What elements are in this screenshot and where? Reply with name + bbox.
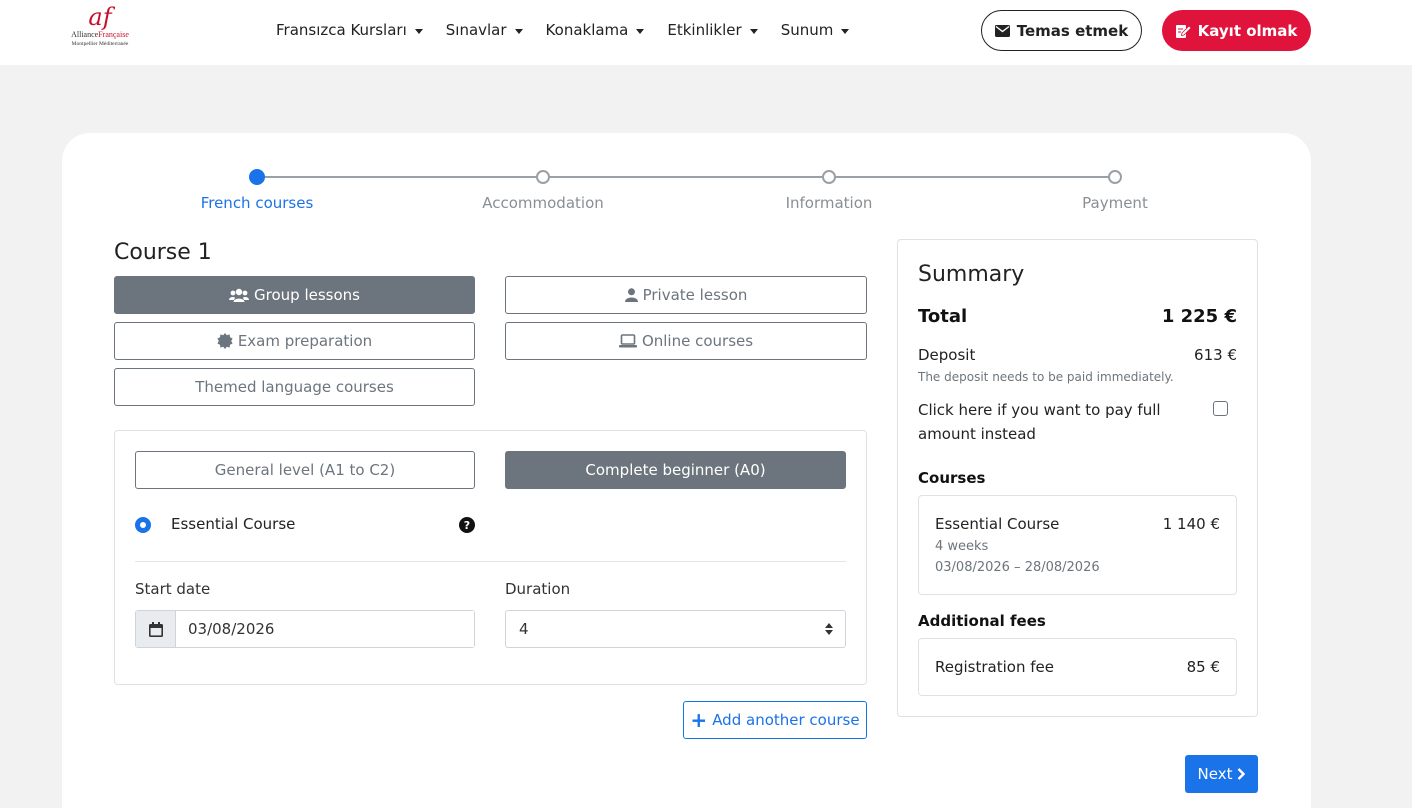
course-summary-duration: 4 weeks xyxy=(935,539,989,554)
start-date-label: Start date xyxy=(135,580,211,598)
pay-full-checkbox[interactable] xyxy=(1213,401,1228,416)
additional-fees-heading: Additional fees xyxy=(918,612,1046,630)
logo-name-2: Française xyxy=(98,30,129,39)
logo-subtitle: Montpellier Méditerranée xyxy=(71,41,129,47)
caret-down-icon xyxy=(636,28,645,34)
alliance-francaise-logo[interactable]: af AllianceFrançaise Montpellier Méditer… xyxy=(62,4,138,56)
group-lessons-button[interactable]: Group lessons xyxy=(114,276,475,314)
exam-preparation-button[interactable]: Exam preparation xyxy=(114,322,475,360)
register-button[interactable]: Kayıt olmak xyxy=(1162,10,1311,51)
essential-course-label[interactable]: Essential Course xyxy=(171,515,295,533)
essential-course-radio[interactable] xyxy=(135,517,151,533)
caret-down-icon xyxy=(841,28,850,34)
nav-item-french-courses[interactable]: Fransızca Kursları xyxy=(276,21,423,39)
next-button[interactable]: Next xyxy=(1185,755,1258,793)
duration-value: 4 xyxy=(519,620,529,638)
deposit-note: The deposit needs to be paid immediately… xyxy=(918,370,1174,384)
step-dot-payment[interactable] xyxy=(1108,170,1122,184)
duration-label: Duration xyxy=(505,580,571,598)
themed-language-courses-button[interactable]: Themed language courses xyxy=(114,368,475,406)
total-value: 1 225 € xyxy=(1161,306,1237,327)
badge-icon xyxy=(217,333,233,349)
course-summary-price: 1 140 € xyxy=(1162,515,1220,533)
complete-beginner-button[interactable]: Complete beginner (A0) xyxy=(505,451,846,489)
contact-button[interactable]: Temas etmek xyxy=(981,10,1142,51)
course-summary-name: Essential Course xyxy=(935,515,1060,533)
pay-full-label[interactable]: Click here if you want to pay full amoun… xyxy=(918,398,1208,446)
calendar-icon[interactable] xyxy=(136,611,176,647)
deposit-value: 613 € xyxy=(1194,346,1237,364)
nav-item-presentation[interactable]: Sunum xyxy=(781,21,850,39)
logo-name-1: Alliance xyxy=(71,30,99,39)
question-icon[interactable]: ? xyxy=(459,517,475,533)
caret-down-icon xyxy=(514,28,523,34)
select-arrows-icon xyxy=(825,623,833,635)
step-label-information[interactable]: Information xyxy=(729,194,929,212)
deposit-label: Deposit xyxy=(918,346,976,364)
users-icon xyxy=(229,288,250,302)
site-header: af AllianceFrançaise Montpellier Méditer… xyxy=(0,0,1412,65)
course-summary-dates: 03/08/2026 – 28/08/2026 xyxy=(935,560,1100,575)
main-nav: Fransızca Kursları Sınavlar Konaklama Et… xyxy=(276,0,872,60)
logo-mark: af xyxy=(88,3,112,31)
start-date-group xyxy=(135,610,475,648)
plus-icon: + xyxy=(690,707,708,732)
panel-divider xyxy=(135,561,846,562)
edit-icon xyxy=(1175,24,1191,38)
online-courses-button[interactable]: Online courses xyxy=(505,322,867,360)
fee-summary-price: 85 € xyxy=(1186,658,1220,676)
duration-select[interactable]: 4 xyxy=(505,610,846,648)
nav-item-activities[interactable]: Etkinlikler xyxy=(667,21,758,39)
step-label-french-courses[interactable]: French courses xyxy=(157,194,357,212)
start-date-input[interactable] xyxy=(176,611,474,647)
summary-title: Summary xyxy=(918,262,1025,287)
chevron-right-icon xyxy=(1238,768,1246,780)
caret-down-icon xyxy=(414,28,423,34)
nav-item-accommodation[interactable]: Konaklama xyxy=(546,21,645,39)
user-icon xyxy=(624,288,638,302)
courses-heading: Courses xyxy=(918,469,986,487)
caret-down-icon xyxy=(749,28,758,34)
step-dot-accommodation[interactable] xyxy=(536,170,550,184)
private-lesson-button[interactable]: Private lesson xyxy=(505,276,867,314)
course-title: Course 1 xyxy=(114,240,212,265)
laptop-icon xyxy=(618,334,637,348)
step-dot-french-courses[interactable] xyxy=(249,169,265,185)
step-label-payment[interactable]: Payment xyxy=(1015,194,1215,212)
total-label: Total xyxy=(918,306,968,327)
stepper-line xyxy=(257,176,1115,178)
fee-summary-name: Registration fee xyxy=(935,658,1054,676)
add-another-course-button[interactable]: + Add another course xyxy=(683,701,867,739)
step-dot-information[interactable] xyxy=(822,170,836,184)
envelope-icon xyxy=(994,24,1010,37)
general-level-button[interactable]: General level (A1 to C2) xyxy=(135,451,475,489)
nav-item-exams[interactable]: Sınavlar xyxy=(446,21,523,39)
step-label-accommodation[interactable]: Accommodation xyxy=(443,194,643,212)
